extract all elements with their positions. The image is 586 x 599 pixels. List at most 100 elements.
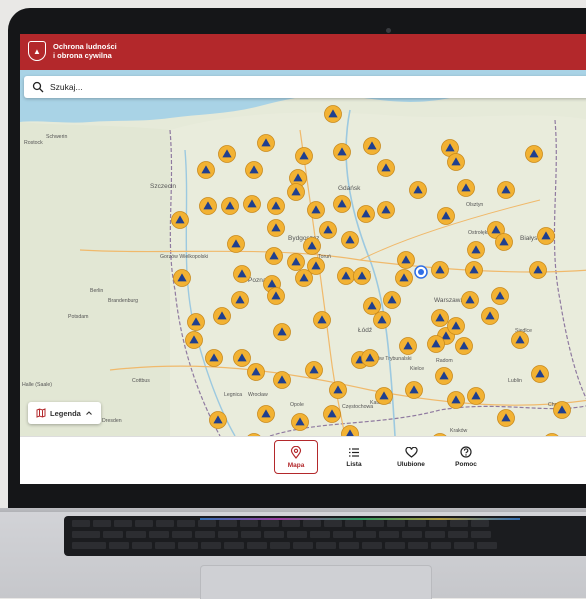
shelter-marker[interactable] (287, 253, 305, 271)
map-city-label: Cottbus (132, 378, 150, 384)
shelter-marker[interactable] (265, 247, 283, 265)
shelter-marker[interactable] (529, 261, 547, 279)
shelter-marker[interactable] (447, 317, 465, 335)
shelter-marker[interactable] (333, 195, 351, 213)
shelter-marker[interactable] (173, 269, 191, 287)
shelter-marker[interactable] (373, 311, 391, 329)
shelter-marker[interactable] (313, 311, 331, 329)
current-location-marker (414, 265, 428, 279)
keyboard-row-1 (72, 520, 489, 527)
shelter-marker[interactable] (273, 371, 291, 389)
shelter-marker[interactable] (319, 221, 337, 239)
shelter-marker[interactable] (465, 261, 483, 279)
shelter-marker[interactable] (267, 287, 285, 305)
map-canvas[interactable]: Szczecin GdańskBydgoszczPoznańŁódźWarszaw… (20, 70, 586, 436)
shelter-marker[interactable] (267, 197, 285, 215)
shelter-marker[interactable] (435, 367, 453, 385)
shelter-marker[interactable] (455, 337, 473, 355)
shelter-marker[interactable] (337, 267, 355, 285)
shelter-marker[interactable] (233, 265, 251, 283)
nav-item-pomoc[interactable]: Pomoc (444, 440, 488, 474)
shelter-marker[interactable] (377, 201, 395, 219)
shelter-marker[interactable] (363, 297, 381, 315)
shelter-marker[interactable] (447, 153, 465, 171)
shelter-marker[interactable] (525, 145, 543, 163)
civil-defense-logo-icon: ▲ (28, 41, 46, 61)
shelter-marker[interactable] (247, 363, 265, 381)
shelter-marker[interactable] (185, 331, 203, 349)
shelter-marker[interactable] (357, 205, 375, 223)
map-view[interactable]: Szczecin Gdańsk Bydgoszcz Poznań Łódź Warszaw… (20, 70, 586, 436)
shelter-marker[interactable] (305, 361, 323, 379)
shelter-marker[interactable] (197, 161, 215, 179)
shelter-marker[interactable] (467, 387, 485, 405)
shelter-marker[interactable] (231, 291, 249, 309)
shelter-marker[interactable] (481, 307, 499, 325)
nav-item-lista[interactable]: Lista (332, 440, 376, 474)
shelter-marker[interactable] (457, 179, 475, 197)
map-city-label: Łódź (358, 327, 372, 334)
shelter-marker[interactable] (553, 401, 571, 419)
shelter-marker[interactable] (497, 181, 515, 199)
shelter-marker[interactable] (227, 235, 245, 253)
shelter-marker[interactable] (447, 391, 465, 409)
shelter-marker[interactable] (213, 307, 231, 325)
shelter-marker[interactable] (511, 331, 529, 349)
shelter-marker[interactable] (537, 227, 555, 245)
map-city-label: Szczecin (150, 183, 176, 190)
shelter-marker[interactable] (295, 269, 313, 287)
map-city-label: Gdańsk (338, 185, 361, 192)
shelter-marker[interactable] (303, 237, 321, 255)
shelter-marker[interactable] (171, 211, 189, 229)
shelter-marker[interactable] (233, 349, 251, 367)
shelter-marker[interactable] (245, 161, 263, 179)
shelter-marker[interactable] (324, 105, 342, 123)
shelter-marker[interactable] (353, 267, 371, 285)
shelter-marker[interactable] (397, 251, 415, 269)
shelter-marker[interactable] (273, 323, 291, 341)
shelter-marker[interactable] (257, 405, 275, 423)
shelter-marker[interactable] (497, 409, 515, 427)
shelter-marker[interactable] (431, 261, 449, 279)
shelter-marker[interactable] (267, 219, 285, 237)
search-input[interactable] (50, 79, 350, 95)
shelter-marker[interactable] (329, 381, 347, 399)
shelter-marker[interactable] (461, 291, 479, 309)
nav-item-mapa[interactable]: Mapa (274, 440, 318, 474)
shelter-marker[interactable] (205, 349, 223, 367)
shelter-marker[interactable] (218, 145, 236, 163)
shelter-marker[interactable] (307, 201, 325, 219)
shelter-marker[interactable] (323, 405, 341, 423)
shelter-marker[interactable] (383, 291, 401, 309)
shelter-marker[interactable] (243, 195, 261, 213)
shelter-marker[interactable] (377, 159, 395, 177)
shelter-marker[interactable] (341, 231, 359, 249)
nav-item-ulubione[interactable]: Ulubione (389, 440, 433, 474)
shelter-marker[interactable] (221, 197, 239, 215)
shelter-marker[interactable] (375, 387, 393, 405)
shelter-marker[interactable] (395, 269, 413, 287)
shelter-marker[interactable] (491, 287, 509, 305)
shelter-marker[interactable] (287, 183, 305, 201)
shelter-marker[interactable] (437, 207, 455, 225)
shelter-marker[interactable] (409, 181, 427, 199)
shelter-marker[interactable] (531, 365, 549, 383)
shelter-marker[interactable] (333, 143, 351, 161)
shelter-marker[interactable] (291, 413, 309, 431)
shelter-marker[interactable] (257, 134, 275, 152)
shelter-marker[interactable] (467, 241, 485, 259)
shelter-marker[interactable] (363, 137, 381, 155)
shelter-marker[interactable] (199, 197, 217, 215)
shelter-marker[interactable] (209, 411, 227, 429)
shelter-marker[interactable] (187, 313, 205, 331)
shelter-marker[interactable] (399, 337, 417, 355)
legend-button[interactable]: Legenda (28, 402, 101, 424)
map-city-label: Legnica (224, 392, 242, 398)
shelter-marker[interactable] (427, 335, 445, 353)
search-bar[interactable] (24, 76, 586, 98)
shelter-marker[interactable] (431, 309, 449, 327)
shelter-marker[interactable] (405, 381, 423, 399)
shelter-marker[interactable] (361, 349, 379, 367)
shelter-marker[interactable] (295, 147, 313, 165)
shelter-marker[interactable] (495, 233, 513, 251)
